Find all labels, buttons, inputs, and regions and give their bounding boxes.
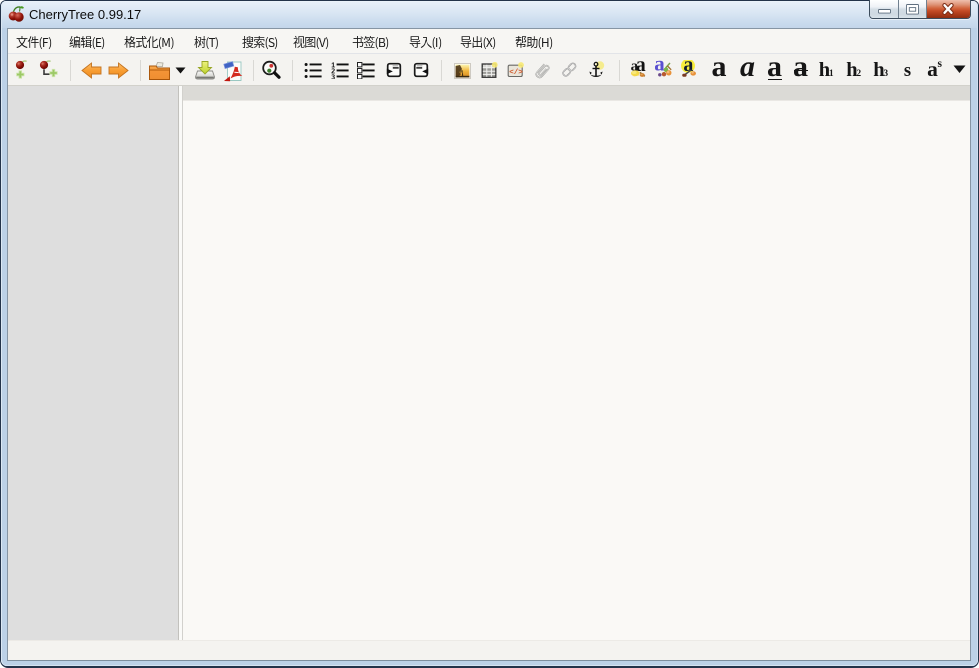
svg-text:</>: </> bbox=[509, 69, 523, 77]
